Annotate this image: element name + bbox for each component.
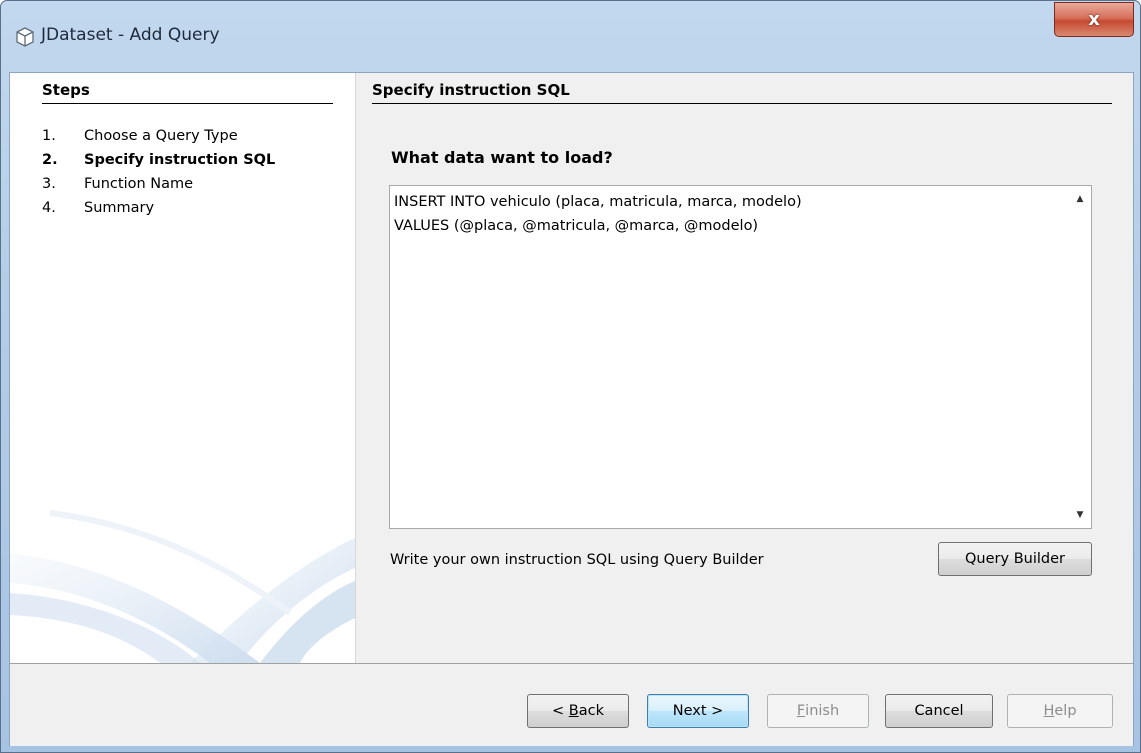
back-label-suffix: ack bbox=[578, 703, 604, 719]
step-label: Function Name bbox=[84, 176, 194, 192]
cancel-button[interactable]: Cancel bbox=[885, 694, 993, 728]
sql-textarea[interactable]: INSERT INTO vehiculo (placa, matricula, … bbox=[389, 185, 1092, 529]
wizard-decoration-art bbox=[10, 510, 355, 663]
sql-scrollbar[interactable]: ▲ ▼ bbox=[1069, 186, 1091, 528]
step-number: 2. bbox=[42, 152, 58, 168]
query-builder-hint: Write your own instruction SQL using Que… bbox=[390, 552, 764, 568]
window-title: JDataset - Add Query bbox=[41, 25, 220, 45]
back-label-prefix: < bbox=[552, 703, 569, 719]
finish-label-suffix: inish bbox=[805, 703, 840, 719]
title-bar[interactable]: JDataset - Add Query x bbox=[1, 1, 1140, 75]
help-label-suffix: elp bbox=[1054, 703, 1077, 719]
step-number: 1. bbox=[42, 128, 56, 144]
step-label: Choose a Query Type bbox=[84, 128, 238, 144]
help-mnemonic: H bbox=[1043, 703, 1055, 719]
query-builder-label: Query Builder bbox=[965, 551, 1065, 567]
next-label: Next > bbox=[672, 703, 724, 719]
sql-text[interactable]: INSERT INTO vehiculo (placa, matricula, … bbox=[394, 190, 1065, 238]
step-item: 4. Summary bbox=[42, 196, 275, 220]
scroll-down-icon[interactable]: ▼ bbox=[1069, 505, 1091, 525]
dialog-window: JDataset - Add Query x Steps 1. Choose a… bbox=[0, 0, 1141, 753]
steps-panel: Steps 1. Choose a Query Type 2. Specify … bbox=[10, 73, 356, 663]
query-builder-button[interactable]: Query Builder bbox=[938, 542, 1092, 576]
steps-list: 1. Choose a Query Type 2. Specify instru… bbox=[42, 124, 275, 220]
close-button[interactable]: x bbox=[1054, 2, 1134, 37]
button-bar: < Back Next > Finish Cancel Help bbox=[10, 663, 1133, 746]
steps-heading: Steps bbox=[42, 81, 333, 104]
question-label: What data want to load? bbox=[391, 148, 613, 167]
dialog-client: Steps 1. Choose a Query Type 2. Specify … bbox=[9, 72, 1134, 746]
step-label: Specify instruction SQL bbox=[84, 152, 276, 168]
step-number: 3. bbox=[42, 176, 56, 192]
main-panel: Specify instruction SQL What data want t… bbox=[356, 73, 1133, 663]
finish-mnemonic: F bbox=[796, 703, 806, 719]
step-item: 3. Function Name bbox=[42, 172, 275, 196]
cancel-label: Cancel bbox=[914, 703, 964, 719]
help-button[interactable]: Help bbox=[1007, 694, 1113, 728]
step-item-active: 2. Specify instruction SQL bbox=[42, 148, 275, 172]
scroll-up-icon[interactable]: ▲ bbox=[1069, 189, 1091, 209]
back-button[interactable]: < Back bbox=[527, 694, 629, 728]
step-number: 4. bbox=[42, 200, 56, 216]
app-cube-icon bbox=[16, 27, 34, 47]
back-mnemonic: B bbox=[568, 703, 579, 719]
page-title: Specify instruction SQL bbox=[372, 81, 1112, 104]
step-item: 1. Choose a Query Type bbox=[42, 124, 275, 148]
next-button[interactable]: Next > bbox=[647, 694, 749, 728]
step-label: Summary bbox=[84, 200, 155, 216]
close-icon: x bbox=[1088, 9, 1100, 30]
finish-button[interactable]: Finish bbox=[767, 694, 869, 728]
